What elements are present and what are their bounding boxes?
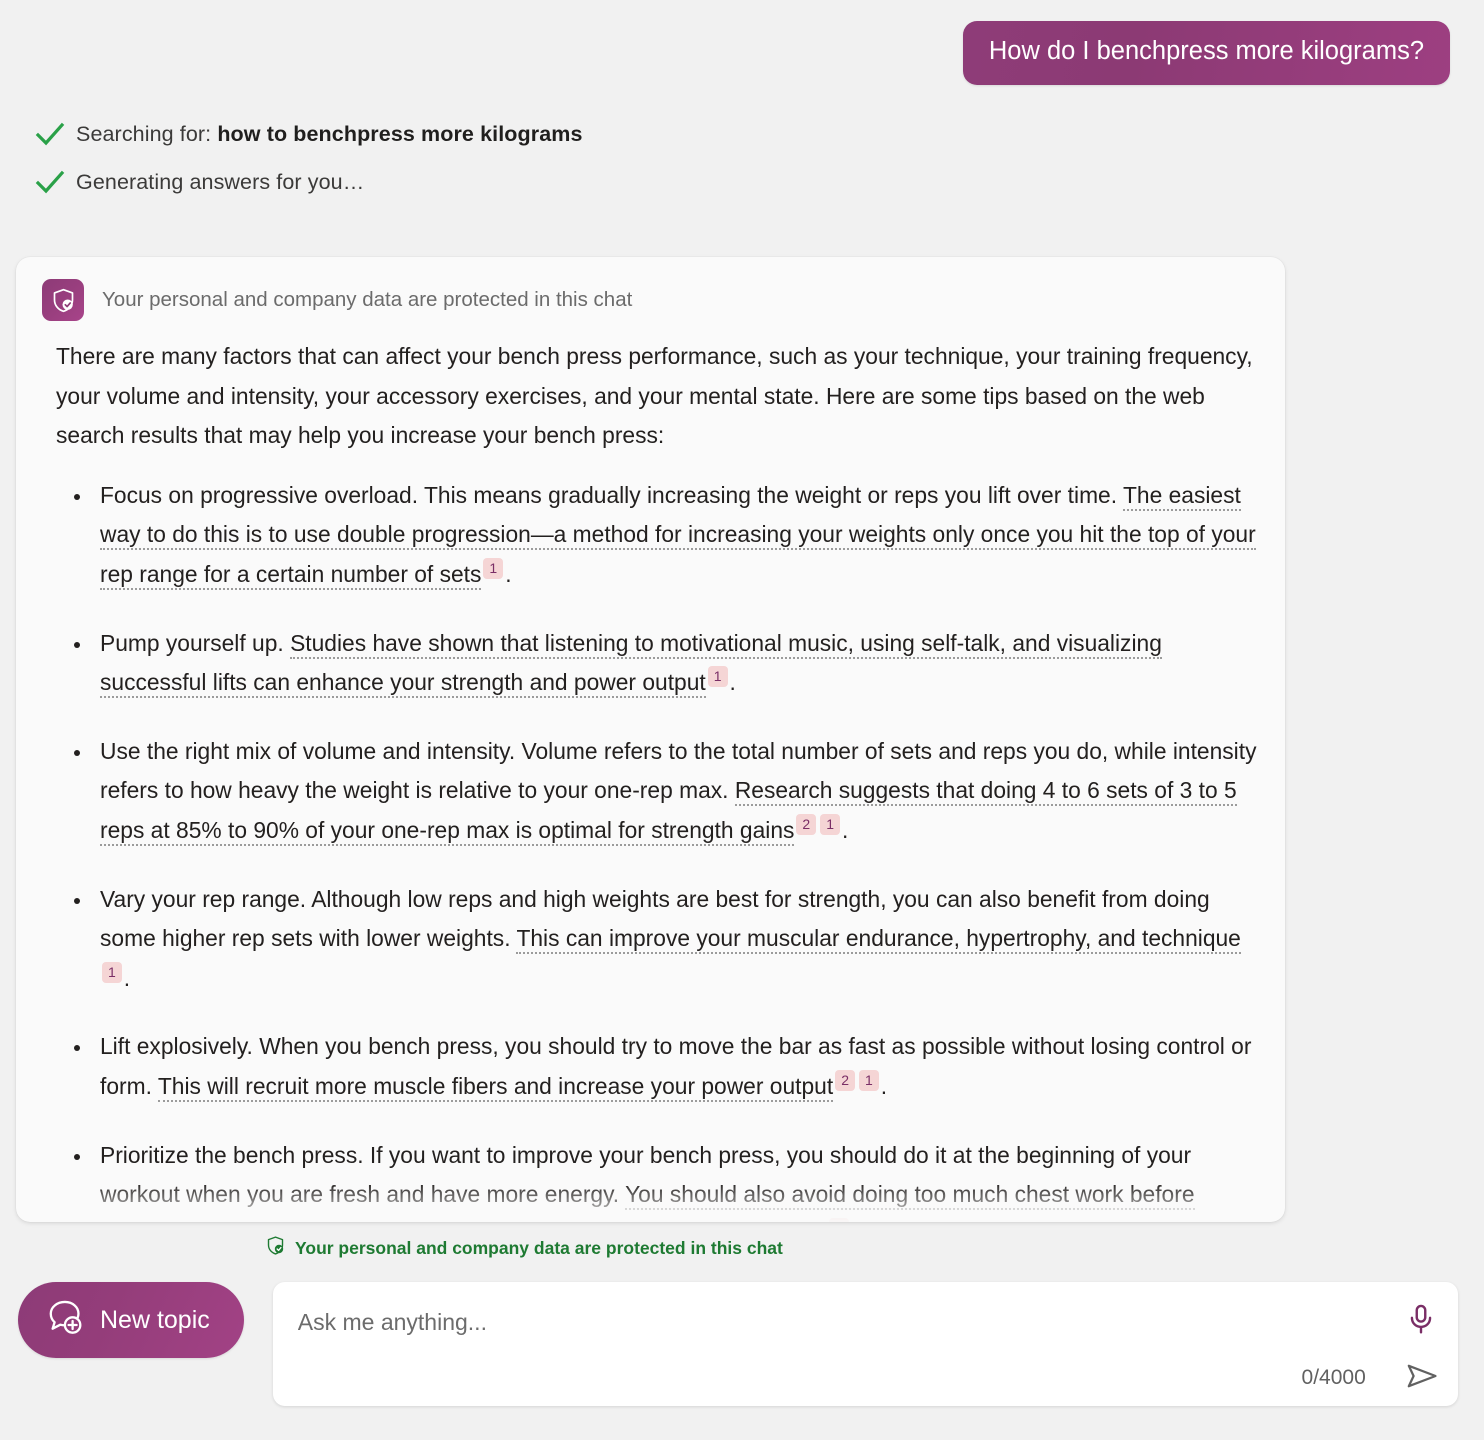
answer-card: Your personal and company data are prote… <box>16 257 1285 1222</box>
list-item: Lift explosively. When you bench press, … <box>74 1027 1269 1106</box>
bullet-tail-text: . <box>880 1072 888 1099</box>
answer-intro-paragraph: There are many factors that can affect y… <box>56 343 1253 449</box>
answer-bullet-list: Focus on progressive overload. This mean… <box>56 476 1269 1222</box>
microphone-button[interactable] <box>1404 1302 1438 1336</box>
citation-badge[interactable]: 1 <box>483 557 504 579</box>
list-item: Prioritize the bench press. If you want … <box>74 1136 1269 1222</box>
bullet-tail-text: . <box>842 816 849 843</box>
bullet-plain-text: Focus on progressive overload. This mean… <box>100 481 1123 508</box>
message-input[interactable] <box>295 1308 1380 1337</box>
chat-bubble-plus-icon <box>44 1297 84 1344</box>
citation-badge[interactable]: 2 <box>796 813 817 835</box>
new-topic-button[interactable]: New topic <box>18 1282 244 1358</box>
send-icon <box>1404 1364 1440 1397</box>
character-counter: 0/4000 <box>1301 1366 1366 1389</box>
list-item: Vary your rep range. Although low reps a… <box>74 880 1269 999</box>
new-topic-label: New topic <box>100 1305 210 1334</box>
list-item: Focus on progressive overload. This mean… <box>74 476 1269 595</box>
citation-badge[interactable]: 1 <box>820 813 840 835</box>
bullet-tail-text: . <box>123 964 131 991</box>
answer-body: There are many factors that can affect y… <box>16 321 1285 1222</box>
status-generating-text: Generating answers for you… <box>76 170 365 195</box>
answer-card-inner: Your personal and company data are prote… <box>16 257 1285 1222</box>
send-button[interactable] <box>1404 1358 1440 1394</box>
user-message-bubble: How do I benchpress more kilograms? <box>962 21 1450 85</box>
footer-protected-notice: Your personal and company data are prote… <box>265 1235 783 1261</box>
bullet-cited-text: This will recruit more muscle fibers and… <box>157 1072 834 1102</box>
status-searching-prefix: Searching for: <box>76 122 218 147</box>
bullet-tail-text: . <box>851 1221 857 1222</box>
citation-badge[interactable]: 1 <box>102 961 122 983</box>
status-row-generating: Generating answers for you… <box>28 159 1484 207</box>
shield-check-icon <box>265 1235 286 1261</box>
citation-badge[interactable]: 1 <box>707 666 728 688</box>
composer-bar: New topic 0/4000 <box>0 1277 1484 1417</box>
answer-protected-label: Your personal and company data are prote… <box>102 288 633 311</box>
footer-protected-label: Your personal and company data are prote… <box>295 1237 783 1258</box>
citation-badge[interactable]: 1 <box>858 1069 879 1091</box>
answer-protected-header: Your personal and company data are prote… <box>16 257 1285 321</box>
bullet-tail-text: . <box>505 560 512 587</box>
bullet-plain-text: Pump yourself up. <box>100 629 291 656</box>
status-list: Searching for: how to benchpress more ki… <box>0 85 1484 207</box>
list-item: Use the right mix of volume and intensit… <box>74 732 1269 851</box>
check-icon <box>28 161 72 205</box>
status-searching-text: Searching for: how to benchpress more ki… <box>76 122 583 147</box>
message-input-container[interactable]: 0/4000 <box>272 1282 1458 1406</box>
user-message-row: How do I benchpress more kilograms? <box>0 0 1484 85</box>
shield-check-icon <box>42 279 84 321</box>
microphone-icon <box>1404 1304 1438 1339</box>
citation-badge[interactable]: 2 <box>835 1069 855 1091</box>
status-search-query: how to benchpress more kilograms <box>217 122 583 147</box>
bullet-cited-text: This can improve your muscular endurance… <box>516 925 1241 955</box>
citation-badge[interactable]: 1 <box>829 1217 850 1222</box>
bullet-tail-text: . <box>729 669 736 696</box>
check-icon <box>28 113 72 157</box>
status-row-searching: Searching for: how to benchpress more ki… <box>28 111 1484 159</box>
list-item: Pump yourself up. Studies have shown tha… <box>74 624 1269 703</box>
